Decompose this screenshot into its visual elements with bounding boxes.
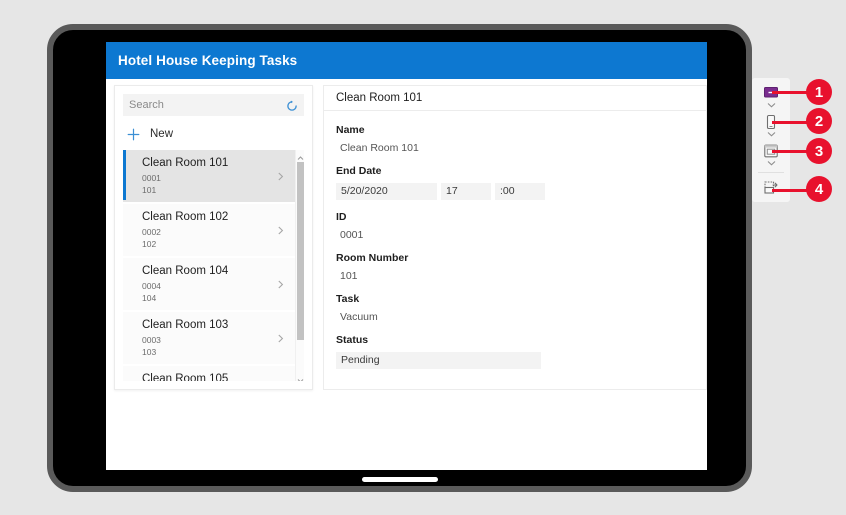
app-header: Hotel House Keeping Tasks [106, 42, 707, 79]
end-date-date-input[interactable]: 5/20/2020 [336, 183, 437, 200]
leader-line-3 [772, 150, 808, 153]
tablet-chevron-down-icon[interactable] [752, 160, 790, 166]
monitor-chevron-down-icon[interactable] [752, 102, 790, 108]
list-item-id: 0002 [142, 227, 161, 237]
gallery-scrollbar[interactable] [295, 150, 304, 381]
list-item-title: Clean Room 101 [142, 157, 229, 169]
field-room-number: Room Number 101 [336, 252, 706, 282]
list-item-title: Clean Room 105 [142, 373, 229, 381]
leader-line-2 [772, 121, 808, 124]
field-id: ID 0001 [336, 211, 706, 241]
callout-badge-2: 2 [806, 108, 832, 134]
form-title: Clean Room 101 [336, 92, 423, 104]
field-room-number-label: Room Number [336, 252, 409, 264]
screenshot-canvas: Hotel House Keeping Tasks Search New Cle… [0, 0, 846, 515]
chevron-right-icon[interactable] [276, 222, 285, 235]
new-button-label: New [150, 128, 174, 140]
chevron-right-icon[interactable] [276, 168, 285, 181]
list-item-room: 101 [142, 185, 157, 196]
gallery-panel: Search New Clean Room 101 0001 101 Clean… [114, 85, 313, 390]
scrollbar-thumb[interactable] [297, 162, 304, 340]
home-indicator [361, 477, 438, 482]
gallery-list[interactable]: Clean Room 101 0001 101 Clean Room 102 0002 1… [123, 150, 295, 381]
end-date-minute-input[interactable]: :00 [495, 183, 545, 200]
list-item[interactable]: Clean Room 1050005105 [123, 366, 295, 381]
field-task: Task Vacuum [336, 293, 706, 323]
field-task-value[interactable]: Vacuum [336, 311, 706, 323]
gallery-list-wrapper: Clean Room 101 0001 101 Clean Room 102 0002 1… [123, 150, 304, 381]
app-body: Search New Clean Room 101 0001 101 Clean… [106, 79, 707, 390]
plus-icon [127, 128, 140, 141]
list-item-room: 102 [142, 239, 157, 250]
field-name-value[interactable]: Clean Room 101 [336, 142, 706, 154]
tablet-device-frame: Hotel House Keeping Tasks Search New Cle… [47, 24, 752, 492]
search-input[interactable]: Search [123, 94, 304, 116]
app-title: Hotel House Keeping Tasks [118, 53, 298, 68]
callout-badge-4: 4 [806, 176, 832, 202]
field-name: Name Clean Room 101 [336, 124, 706, 154]
field-room-number-value[interactable]: 101 [336, 270, 706, 282]
field-id-value[interactable]: 0001 [336, 229, 706, 241]
new-button[interactable]: New [123, 124, 304, 144]
list-item-title: Clean Room 104 [142, 265, 229, 277]
chevron-right-icon[interactable] [276, 276, 285, 289]
list-item[interactable]: Clean Room 104 0004 104 [123, 258, 295, 312]
list-item-id: 0001 [142, 173, 161, 183]
callout-badge-1: 1 [806, 79, 832, 105]
refresh-icon[interactable] [286, 99, 298, 111]
toolbar-export-button[interactable] [752, 180, 790, 196]
tablet-screen: Hotel House Keeping Tasks Search New Cle… [106, 42, 707, 470]
leader-line-1 [772, 91, 808, 94]
detail-form-panel: Clean Room 101 Name Clean Room 101 End D… [323, 85, 707, 390]
export-arrow-icon [763, 180, 779, 196]
list-item[interactable]: Clean Room 101 0001 101 [123, 150, 295, 204]
field-id-label: ID [336, 211, 347, 223]
callout-badge-3: 3 [806, 138, 832, 164]
list-item-id: 0003 [142, 335, 161, 345]
list-item[interactable]: Clean Room 103 0003 103 [123, 312, 295, 366]
field-task-label: Task [336, 293, 360, 305]
field-status-label: Status [336, 334, 369, 346]
form-title-bar: Clean Room 101 [323, 85, 707, 111]
list-item-title: Clean Room 102 [142, 211, 229, 223]
list-item-room: 103 [142, 347, 157, 358]
phone-chevron-down-icon[interactable] [752, 131, 790, 137]
scroll-down-icon[interactable] [296, 372, 304, 381]
chevron-right-icon[interactable] [276, 330, 285, 343]
list-item-room: 104 [142, 293, 157, 304]
list-item-title: Clean Room 103 [142, 319, 229, 331]
end-date-hour-input[interactable]: 17 [441, 183, 491, 200]
form-fields: Name Clean Room 101 End Date 5/20/2020 1… [323, 111, 707, 390]
field-end-date: End Date 5/20/2020 17 :00 [336, 165, 706, 200]
field-status: Status Pending [336, 334, 706, 369]
device-preview-toolbar [752, 78, 790, 202]
list-item-id: 0004 [142, 281, 161, 291]
end-date-inputs: 5/20/2020 17 :00 [336, 183, 706, 200]
field-status-value[interactable]: Pending [336, 352, 541, 369]
search-placeholder: Search [129, 99, 164, 111]
field-end-date-label: End Date [336, 165, 382, 177]
scroll-up-icon[interactable] [296, 150, 304, 160]
toolbar-divider [758, 172, 784, 173]
list-item[interactable]: Clean Room 102 0002 102 [123, 204, 295, 258]
field-name-label: Name [336, 124, 365, 136]
leader-line-4 [772, 189, 808, 192]
